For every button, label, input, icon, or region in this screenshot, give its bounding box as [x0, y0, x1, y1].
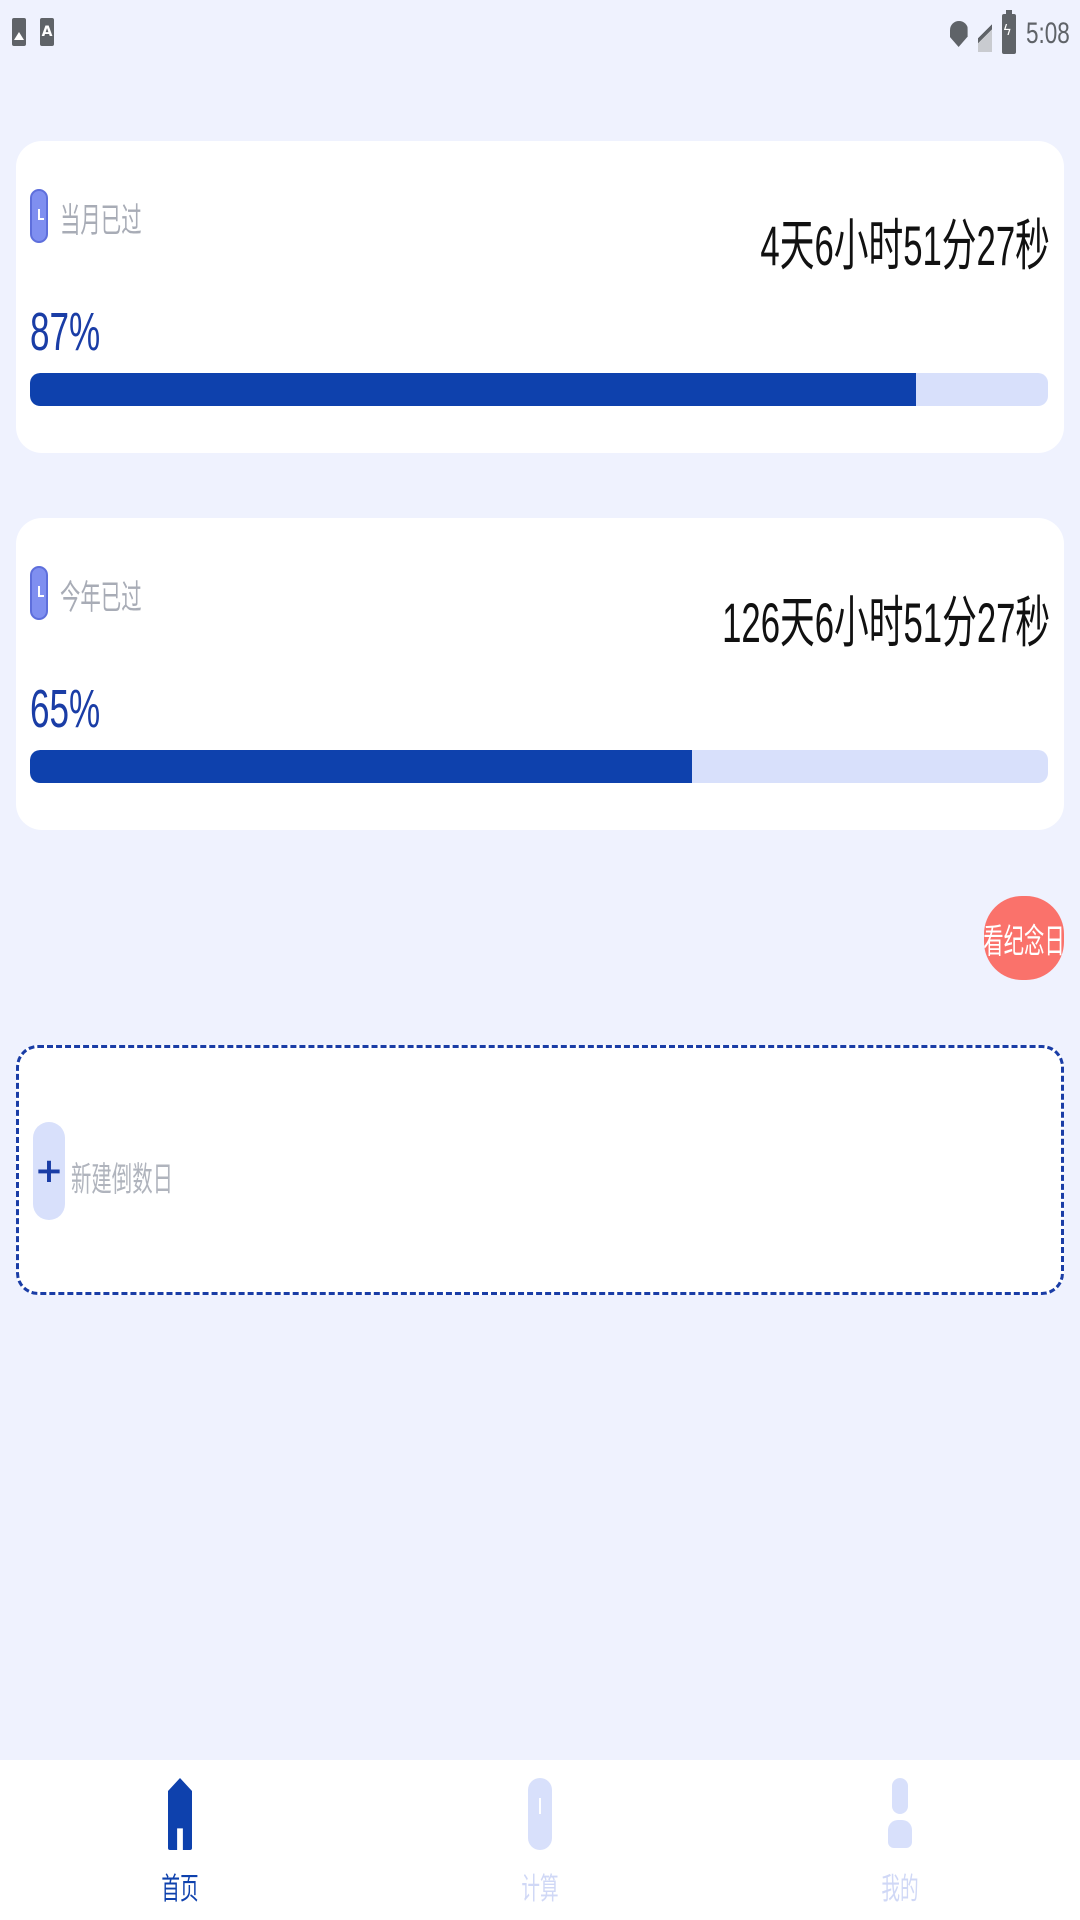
year-percent: 65%	[30, 679, 101, 739]
status-bar: A 5:08	[0, 0, 1080, 80]
month-card-label: 当月已过	[60, 201, 142, 241]
nav-mine-label: 我的	[881, 1872, 919, 1907]
status-time: 5:08	[1025, 17, 1070, 50]
year-remaining-time: 126天6小时51分27秒	[721, 591, 1050, 654]
new-countdown-label: 新建倒数日	[71, 1160, 173, 1200]
clock-icon	[30, 566, 48, 620]
person-icon	[888, 1778, 912, 1850]
add-button[interactable]: +	[33, 1122, 65, 1220]
status-left-icons: A	[12, 18, 54, 46]
nav-calculate-label: 计算	[521, 1872, 559, 1907]
year-progress-fill	[30, 750, 692, 783]
month-percent: 87%	[30, 302, 101, 362]
status-right-icons: 5:08	[949, 10, 1072, 54]
clock-icon	[528, 1778, 552, 1850]
nav-item-home[interactable]: 首页	[0, 1760, 360, 1920]
nav-home-label: 首页	[161, 1872, 199, 1907]
home-icon	[168, 1778, 192, 1850]
new-countdown-button[interactable]: + 新建倒数日	[16, 1045, 1064, 1295]
nav-item-mine[interactable]: 我的	[720, 1760, 1080, 1920]
month-remaining-time: 4天6小时51分27秒	[760, 214, 1050, 277]
nav-item-calculate[interactable]: 计算	[360, 1760, 720, 1920]
a-icon: A	[40, 18, 54, 46]
view-anniversary-button[interactable]: 看纪念日	[984, 896, 1064, 980]
location-icon	[949, 21, 968, 47]
plus-icon: +	[34, 1151, 64, 1191]
month-progress-card[interactable]: 当月已过 4天6小时51分27秒 87%	[16, 141, 1064, 453]
signal-icon	[977, 16, 992, 52]
photo-icon	[12, 18, 26, 46]
clock-icon	[30, 189, 48, 243]
view-anniversary-label: 看纪念日	[984, 921, 1064, 962]
year-progress-card[interactable]: 今年已过 126天6小时51分27秒 65%	[16, 518, 1064, 830]
year-card-label: 今年已过	[60, 578, 142, 618]
month-progress-bar	[30, 373, 1048, 406]
year-progress-bar	[30, 750, 1048, 783]
battery-charging-icon	[1001, 10, 1016, 54]
month-progress-fill	[30, 373, 916, 406]
bottom-nav: 首页 计算 我的	[0, 1760, 1080, 1920]
